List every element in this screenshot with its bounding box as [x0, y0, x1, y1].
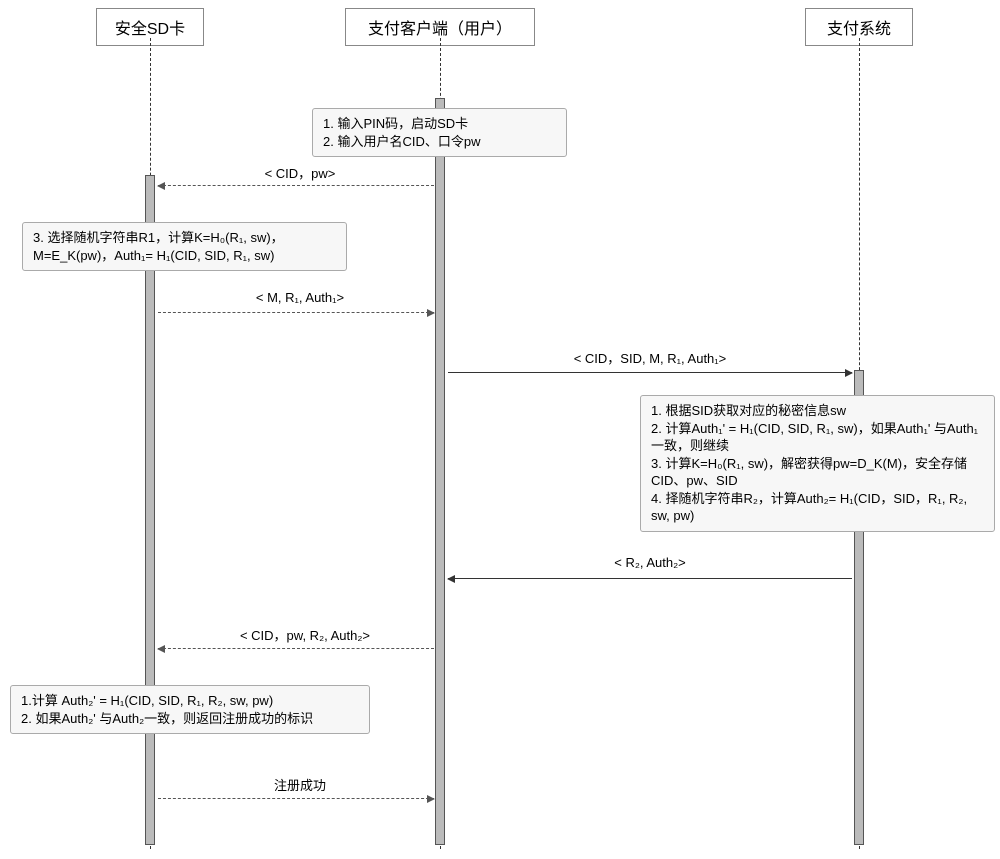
text: 1.计算 Auth₂' = H₁(CID, SID, R₁, R₂, sw, p…	[21, 693, 313, 726]
text: 1. 输入PIN码，启动SD卡 2. 输入用户名CID、口令pw	[323, 116, 480, 149]
text: 1. 根据SID获取对应的秘密信息sw 2. 计算Auth₁' = H₁(CID…	[651, 403, 978, 523]
msg-label-3: < CID，SID, M, R₁, Auth₁>	[500, 348, 800, 367]
text: 3. 选择随机字符串R1，计算K=H₀(R₁, sw)， M=E_K(pw)，A…	[33, 230, 284, 263]
arrow-4	[448, 578, 852, 579]
activation-sd	[145, 175, 155, 845]
note-step3: 3. 选择随机字符串R1，计算K=H₀(R₁, sw)， M=E_K(pw)，A…	[22, 222, 347, 271]
arrow-2	[158, 312, 434, 313]
note-step1: 1. 输入PIN码，启动SD卡 2. 输入用户名CID、口令pw	[312, 108, 567, 157]
msg-label-2: < M, R₁, Auth₁>	[230, 290, 370, 305]
msg-label-6: 注册成功	[250, 775, 350, 794]
msg-label-4: < R₂, Auth₂>	[560, 555, 740, 570]
msg-label-5: < CID，pw, R₂, Auth₂>	[220, 625, 390, 644]
note-server: 1. 根据SID获取对应的秘密信息sw 2. 计算Auth₁' = H₁(CID…	[640, 395, 995, 532]
note-verify: 1.计算 Auth₂' = H₁(CID, SID, R₁, R₂, sw, p…	[10, 685, 370, 734]
arrow-3	[448, 372, 852, 373]
arrow-6	[158, 798, 434, 799]
activation-client	[435, 98, 445, 845]
arrow-5	[158, 648, 434, 649]
msg-label-1: < CID，pw>	[210, 163, 390, 182]
arrow-1	[158, 185, 434, 186]
